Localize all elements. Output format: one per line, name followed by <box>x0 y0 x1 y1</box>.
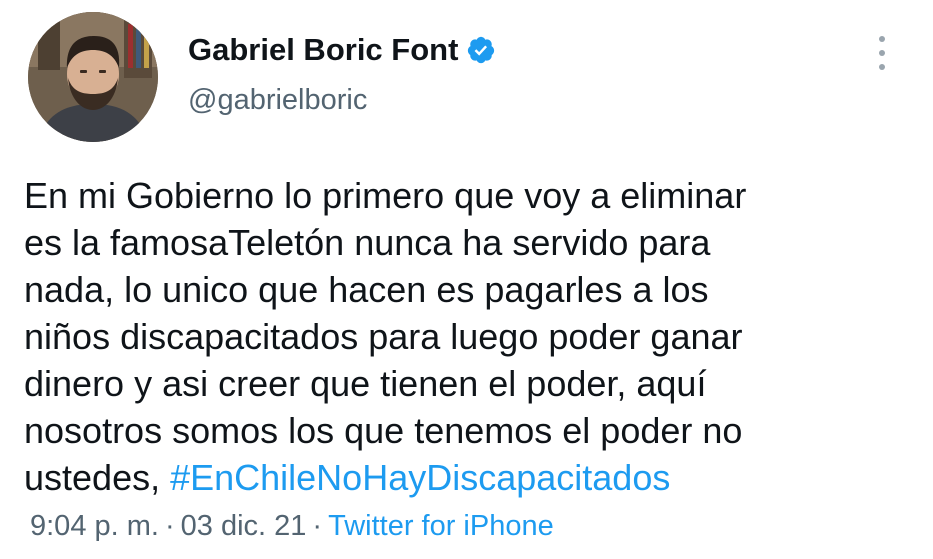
tweet-line: nada, lo unico que hacen es pagarles a l… <box>24 269 709 310</box>
more-dot <box>879 36 885 42</box>
profile-photo <box>28 12 158 142</box>
tweet-meta: 9:04 p. m. · 03 dic. 21 · Twitter for iPhone <box>30 510 554 543</box>
tweet-line: nosotros somos los que tenemos el poder … <box>24 410 743 451</box>
tweet-source-link[interactable]: Twitter for iPhone <box>328 510 554 542</box>
more-dot <box>879 64 885 70</box>
tweet-line: En mi Gobierno lo primero que voy a elim… <box>24 175 747 216</box>
author-display-name[interactable]: Gabriel Boric Font <box>188 32 458 68</box>
tweet-line: niños discapacitados para luego poder ga… <box>24 316 743 357</box>
verified-badge-icon <box>466 35 496 65</box>
tweet-last-line: ustedes, #EnChileNoHayDiscapacitados <box>24 454 904 501</box>
avatar[interactable] <box>28 12 158 142</box>
hashtag-link[interactable]: #EnChileNoHayDiscapacitados <box>170 457 670 498</box>
tweet-date[interactable]: 03 dic. 21 <box>181 510 307 542</box>
meta-separator: · <box>164 510 175 542</box>
tweet-line: es la famosaTeletón nunca ha servido par… <box>24 222 711 263</box>
tweet-line: dinero y asi creer que tienen el poder, … <box>24 363 707 404</box>
tweet-text: En mi Gobierno lo primero que voy a elim… <box>24 172 904 501</box>
tweet-card: Gabriel Boric Font @gabrielboric En mi G… <box>0 0 933 559</box>
tweet-line-prefix: ustedes, <box>24 457 171 498</box>
tweet-time[interactable]: 9:04 p. m. <box>30 510 159 542</box>
more-options-icon[interactable] <box>870 36 894 70</box>
meta-separator: · <box>312 510 323 542</box>
author-name-row: Gabriel Boric Font <box>188 28 496 72</box>
more-dot <box>879 50 885 56</box>
author-handle[interactable]: @gabrielboric <box>188 84 367 117</box>
